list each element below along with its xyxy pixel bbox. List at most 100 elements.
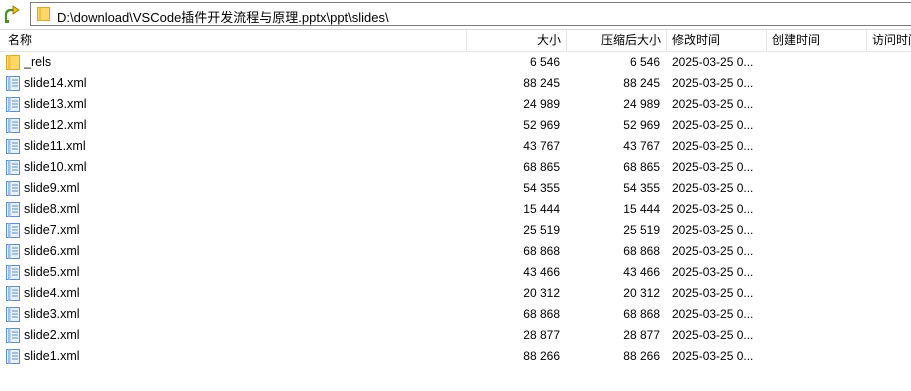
list-item[interactable]: slide9.xml 54 355 54 355 2025-03-25 0... <box>0 178 911 199</box>
file-icon <box>6 223 20 238</box>
file-size: 6 546 <box>529 55 560 69</box>
file-modified: 2025-03-25 0... <box>672 349 754 363</box>
file-icon <box>6 328 20 343</box>
file-name: slide10.xml <box>24 160 87 174</box>
up-folder-button[interactable] <box>3 4 23 24</box>
column-header-size[interactable]: 大小 <box>467 30 566 51</box>
file-icon <box>6 202 20 217</box>
file-name: slide1.xml <box>24 349 80 363</box>
file-modified: 2025-03-25 0... <box>672 307 754 321</box>
file-packed-size: 24 989 <box>623 97 660 111</box>
file-icon <box>6 349 20 364</box>
folder-icon <box>6 55 20 70</box>
column-header-modified[interactable]: 修改时间 <box>667 30 766 51</box>
address-bar: D:\download\VSCode插件开发流程与原理.pptx\ppt\sli… <box>0 0 911 30</box>
file-packed-size: 52 969 <box>623 118 660 132</box>
list-item[interactable]: slide3.xml 68 868 68 868 2025-03-25 0... <box>0 304 911 325</box>
file-rows: _rels 6 546 6 546 2025-03-25 0... slide14.xm… <box>0 52 911 367</box>
file-list: 名称 大小 压缩后大小 修改时间 创建时间 访问时间 _rels 6 546 6 5… <box>0 30 911 391</box>
archive-browser-window: D:\download\VSCode插件开发流程与原理.pptx\ppt\sli… <box>0 0 911 391</box>
list-item[interactable]: slide8.xml 15 444 15 444 2025-03-25 0... <box>0 199 911 220</box>
file-size: 88 266 <box>523 349 560 363</box>
file-size: 24 989 <box>523 97 560 111</box>
file-name: slide6.xml <box>24 244 80 258</box>
list-item[interactable]: slide4.xml 20 312 20 312 2025-03-25 0... <box>0 283 911 304</box>
file-modified: 2025-03-25 0... <box>672 202 754 216</box>
file-size: 88 245 <box>523 76 560 90</box>
list-item[interactable]: slide6.xml 68 868 68 868 2025-03-25 0... <box>0 241 911 262</box>
file-packed-size: 25 519 <box>623 223 660 237</box>
file-packed-size: 43 767 <box>623 139 660 153</box>
file-name: _rels <box>24 55 52 69</box>
file-modified: 2025-03-25 0... <box>672 55 754 69</box>
file-size: 68 868 <box>523 307 560 321</box>
file-size: 25 519 <box>523 223 560 237</box>
list-item[interactable]: slide2.xml 28 877 28 877 2025-03-25 0... <box>0 325 911 346</box>
file-size: 54 355 <box>523 181 560 195</box>
list-item[interactable]: slide7.xml 25 519 25 519 2025-03-25 0... <box>0 220 911 241</box>
file-name: slide11.xml <box>24 139 86 153</box>
file-packed-size: 88 245 <box>623 76 660 90</box>
file-packed-size: 88 266 <box>623 349 660 363</box>
file-icon <box>6 118 20 133</box>
file-icon <box>6 307 20 322</box>
file-name: slide4.xml <box>24 286 80 300</box>
file-modified: 2025-03-25 0... <box>672 118 754 132</box>
file-packed-size: 20 312 <box>623 286 660 300</box>
file-modified: 2025-03-25 0... <box>672 265 754 279</box>
list-item[interactable]: _rels 6 546 6 546 2025-03-25 0... <box>0 52 911 73</box>
file-icon <box>6 139 20 154</box>
file-name: slide9.xml <box>24 181 80 195</box>
file-packed-size: 6 546 <box>629 55 660 69</box>
file-modified: 2025-03-25 0... <box>672 181 754 195</box>
list-item[interactable]: slide10.xml 68 865 68 865 2025-03-25 0... <box>0 157 911 178</box>
file-name: slide12.xml <box>24 118 87 132</box>
file-name: slide8.xml <box>24 202 80 216</box>
list-item[interactable]: slide1.xml 88 266 88 266 2025-03-25 0... <box>0 346 911 367</box>
file-size: 20 312 <box>523 286 560 300</box>
folder-icon <box>37 7 50 21</box>
file-size: 43 466 <box>523 265 560 279</box>
file-modified: 2025-03-25 0... <box>672 139 754 153</box>
file-packed-size: 68 868 <box>623 307 660 321</box>
column-header-packed-size[interactable]: 压缩后大小 <box>567 30 666 51</box>
file-name: slide7.xml <box>24 223 80 237</box>
list-header: 名称 大小 压缩后大小 修改时间 创建时间 访问时间 <box>0 30 911 52</box>
list-item[interactable]: slide12.xml 52 969 52 969 2025-03-25 0... <box>0 115 911 136</box>
column-header-created[interactable]: 创建时间 <box>767 30 866 51</box>
file-size: 68 865 <box>523 160 560 174</box>
file-icon <box>6 244 20 259</box>
file-name: slide5.xml <box>24 265 80 279</box>
up-arrow-icon <box>4 5 20 23</box>
path-text: D:\download\VSCode插件开发流程与原理.pptx\ppt\sli… <box>57 10 389 25</box>
file-name: slide2.xml <box>24 328 80 342</box>
file-icon <box>6 265 20 280</box>
file-icon <box>6 181 20 196</box>
file-packed-size: 68 865 <box>623 160 660 174</box>
file-packed-size: 43 466 <box>623 265 660 279</box>
file-icon <box>6 286 20 301</box>
file-packed-size: 15 444 <box>623 202 660 216</box>
column-header-accessed[interactable]: 访问时间 <box>867 30 911 51</box>
column-header-name[interactable]: 名称 <box>0 30 466 51</box>
file-size: 68 868 <box>523 244 560 258</box>
file-name: slide13.xml <box>24 97 87 111</box>
file-packed-size: 68 868 <box>623 244 660 258</box>
path-field[interactable]: D:\download\VSCode插件开发流程与原理.pptx\ppt\sli… <box>30 2 911 26</box>
list-item[interactable]: slide14.xml 88 245 88 245 2025-03-25 0... <box>0 73 911 94</box>
file-modified: 2025-03-25 0... <box>672 223 754 237</box>
file-name: slide3.xml <box>24 307 80 321</box>
file-modified: 2025-03-25 0... <box>672 328 754 342</box>
file-modified: 2025-03-25 0... <box>672 97 754 111</box>
file-modified: 2025-03-25 0... <box>672 160 754 174</box>
list-item[interactable]: slide5.xml 43 466 43 466 2025-03-25 0... <box>0 262 911 283</box>
file-size: 52 969 <box>523 118 560 132</box>
file-packed-size: 54 355 <box>623 181 660 195</box>
file-modified: 2025-03-25 0... <box>672 76 754 90</box>
file-size: 43 767 <box>523 139 560 153</box>
list-item[interactable]: slide11.xml 43 767 43 767 2025-03-25 0... <box>0 136 911 157</box>
file-modified: 2025-03-25 0... <box>672 244 754 258</box>
file-size: 28 877 <box>523 328 560 342</box>
list-item[interactable]: slide13.xml 24 989 24 989 2025-03-25 0... <box>0 94 911 115</box>
file-icon <box>6 160 20 175</box>
